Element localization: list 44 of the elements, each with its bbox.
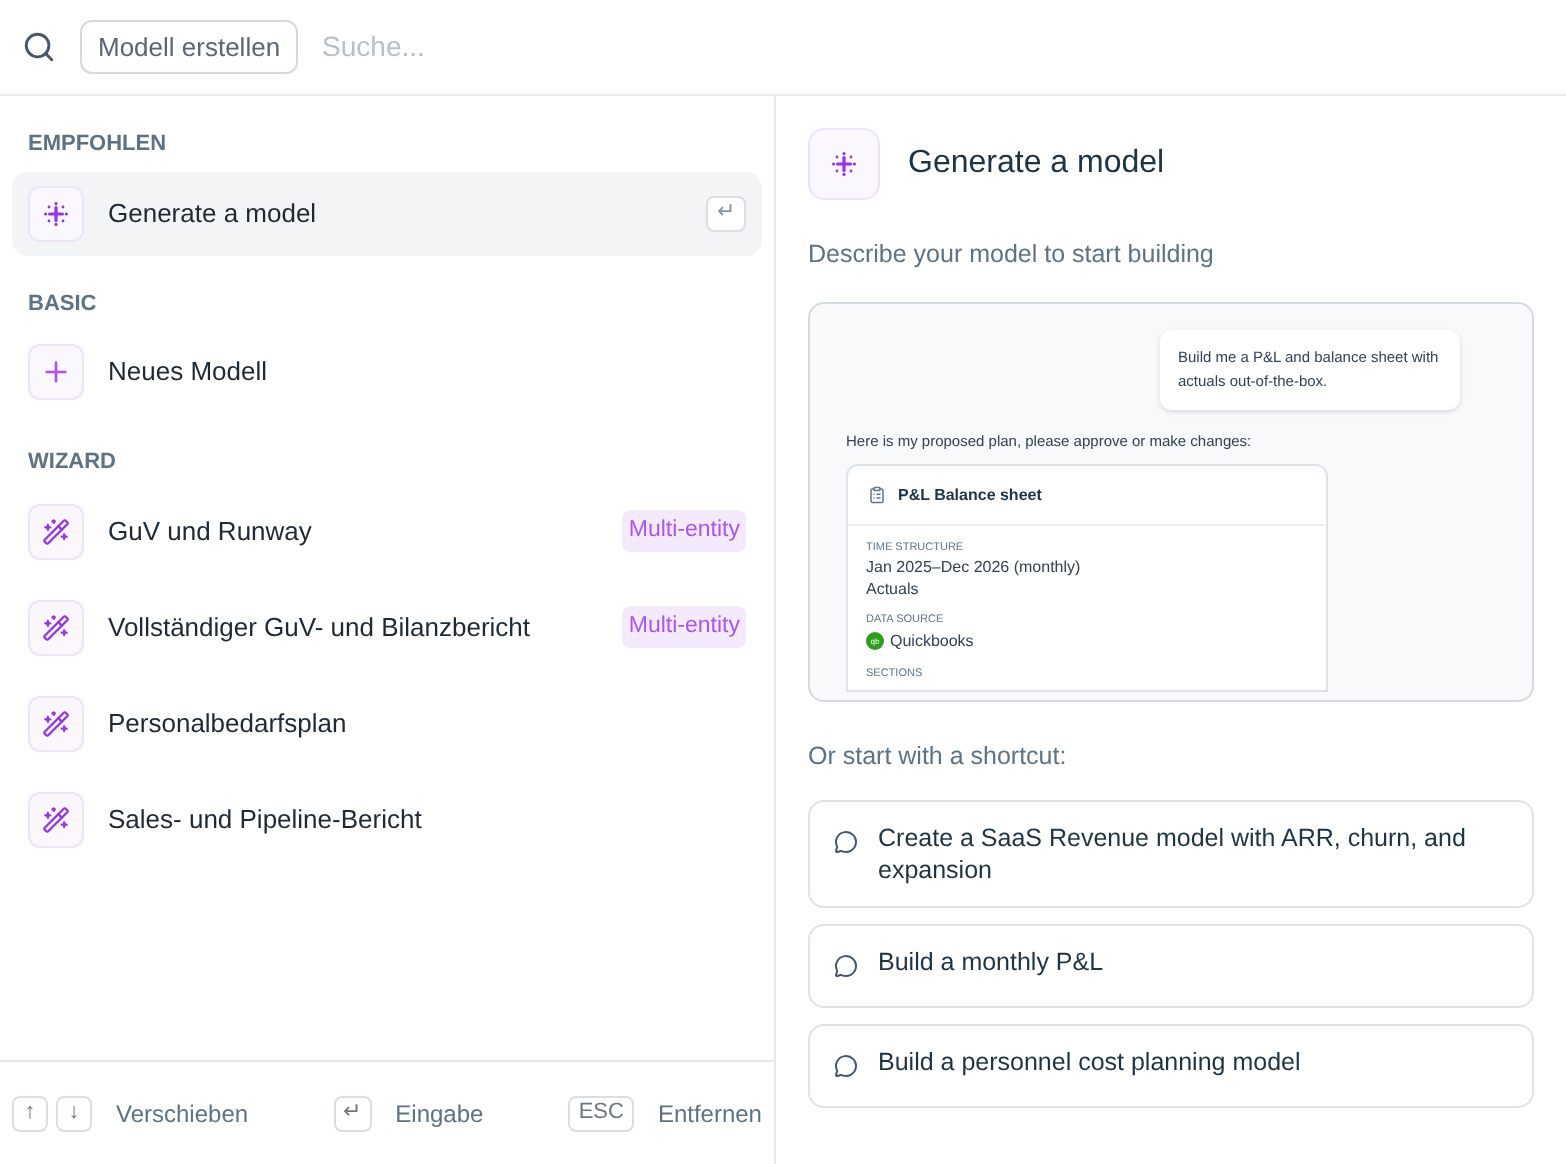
clipboard-icon (868, 486, 886, 504)
shortcut-heading: Or start with a shortcut: (808, 739, 1069, 774)
section-heading: BASIC (26, 289, 99, 319)
magic-wand-icon (42, 709, 70, 737)
panel-title: Generate a model (908, 144, 1165, 184)
shortcut-button[interactable]: Build a personnel cost planning model (808, 1023, 1534, 1107)
panel-subtitle: Describe your model to start building (808, 238, 1216, 272)
chat-icon (834, 1053, 858, 1077)
field-value: Actuals (866, 578, 921, 601)
magic-wand-icon (42, 517, 70, 545)
filter-chip[interactable]: Modell erstellen (80, 19, 299, 75)
section-heading: WIZARD (26, 448, 118, 478)
key-hint: ↵ (333, 1095, 372, 1131)
item-label: Sales- und Pipeline-Bericht (108, 801, 424, 838)
plus-icon (40, 356, 72, 388)
enter-key-hint: ↵ (706, 195, 746, 231)
sparkle-icon (44, 201, 68, 225)
key-hint: ESC (568, 1095, 634, 1131)
item-label: Generate a model (108, 195, 319, 232)
item-tag: Multi-entity (622, 509, 746, 553)
item-label: Vollständiger GuV- und Bilanzbericht (108, 609, 533, 646)
menu-item[interactable]: Generate a model ↵ (12, 171, 762, 255)
field-value: Quickbooks (890, 629, 974, 653)
shortcut-label: Eingabe (395, 1097, 484, 1131)
shortcut-label: Entfernen (657, 1097, 762, 1131)
chat-icon (834, 829, 858, 853)
search-field[interactable]: Suche... (322, 26, 1544, 68)
plan-title: P&L Balance sheet (898, 483, 1042, 507)
item-label: Neues Modell (108, 354, 269, 391)
shortcut-button[interactable]: Create a SaaS Revenue model with ARR, churn, and expansion (808, 799, 1534, 907)
chat-icon (834, 953, 858, 977)
item-label: Personalbedarfsplan (108, 705, 349, 742)
field-value: Jan 2025–Dec 2026 (monthly) (866, 556, 1083, 579)
key-hint: ↑ (12, 1095, 48, 1131)
shortcut-button[interactable]: Build a monthly P&L (808, 923, 1534, 1007)
item-label: GuV und Runway (108, 513, 314, 550)
magic-wand-icon (42, 613, 70, 641)
magic-wand-icon (42, 805, 70, 833)
key-hint: ↓ (56, 1095, 92, 1131)
section-heading: EMPFOHLEN (26, 130, 169, 160)
shortcut-label: Verschieben (116, 1097, 249, 1131)
item-tag: Multi-entity (622, 605, 746, 649)
sparkle-icon (832, 152, 856, 176)
search-icon (22, 30, 56, 64)
